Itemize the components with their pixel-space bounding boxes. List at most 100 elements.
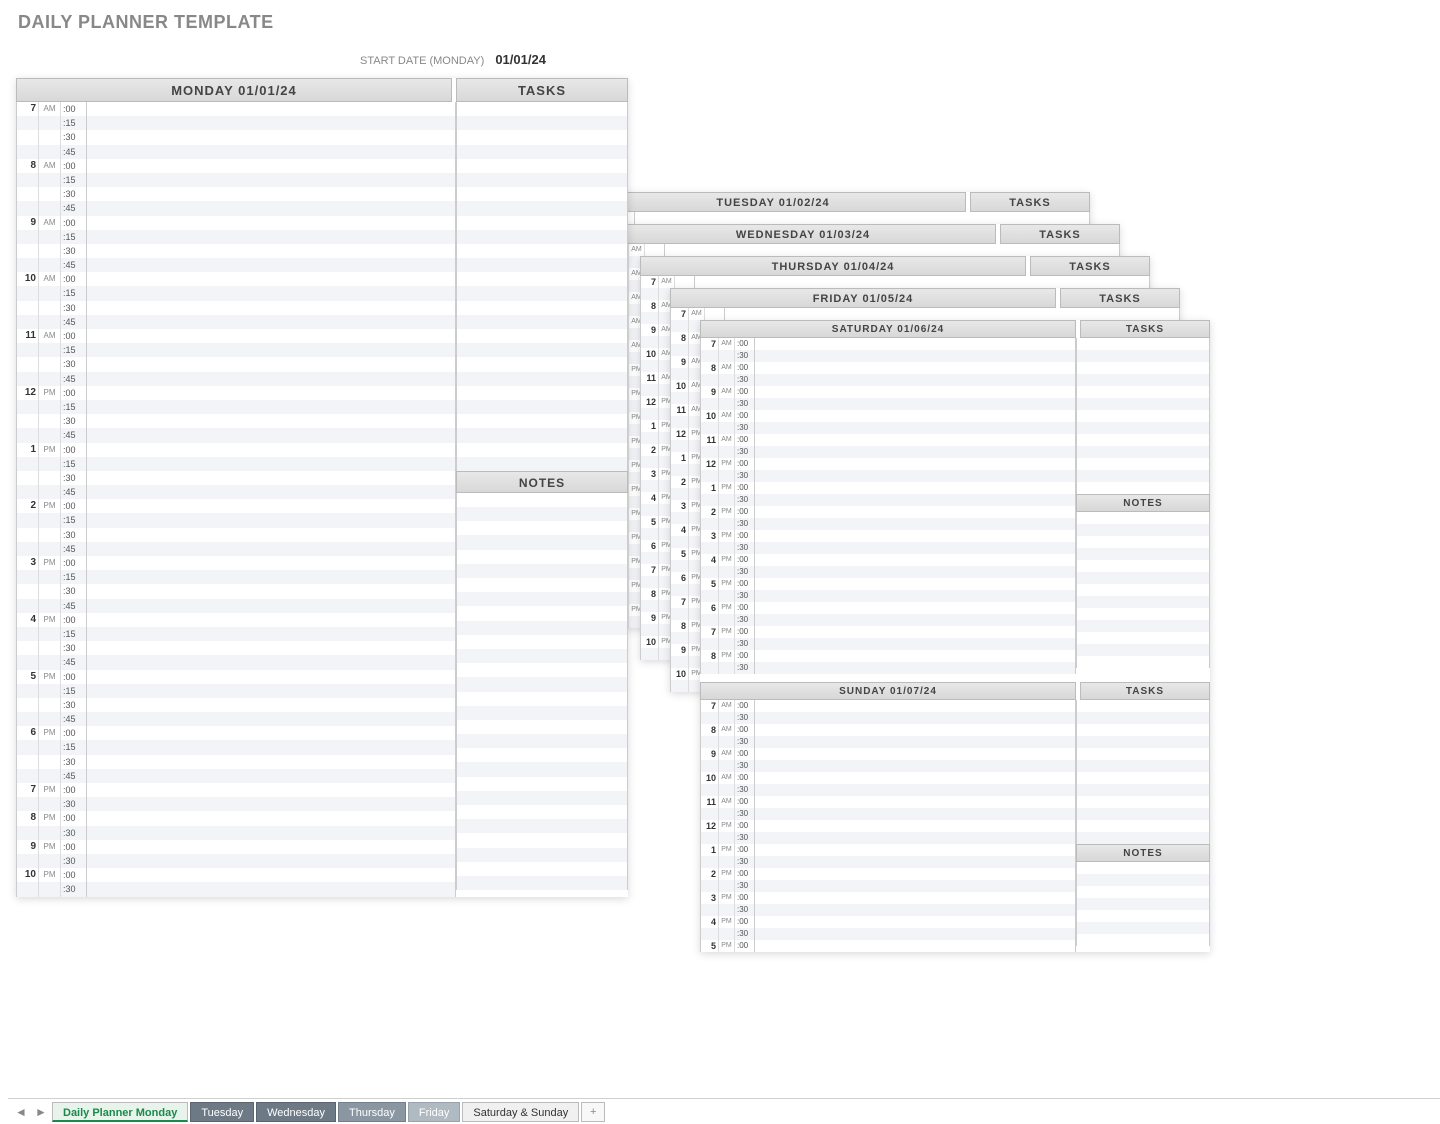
entry-cell[interactable]: [87, 684, 455, 698]
time-row[interactable]: :30: [16, 584, 456, 598]
entry-cell[interactable]: [87, 840, 455, 854]
time-row[interactable]: 3PM:00: [700, 530, 1076, 542]
time-row[interactable]: :30: [700, 566, 1076, 578]
time-row[interactable]: :30: [700, 856, 1076, 868]
blank-line[interactable]: [456, 414, 628, 428]
entry-cell[interactable]: [755, 820, 1075, 832]
entry-cell[interactable]: [87, 386, 455, 400]
entry-cell[interactable]: [87, 783, 455, 797]
entry-cell[interactable]: [755, 700, 1075, 712]
entry-cell[interactable]: [755, 662, 1075, 674]
entry-cell[interactable]: [87, 613, 455, 627]
blank-line[interactable]: [1076, 596, 1210, 608]
time-row[interactable]: :30: [700, 446, 1076, 458]
time-row[interactable]: :30: [16, 187, 456, 201]
time-row[interactable]: :30: [700, 374, 1076, 386]
blank-line[interactable]: [1076, 700, 1210, 712]
entry-cell[interactable]: [755, 808, 1075, 820]
entry-cell[interactable]: [755, 614, 1075, 626]
time-row[interactable]: 10AM:00: [700, 410, 1076, 422]
time-row[interactable]: :15: [16, 627, 456, 641]
time-row[interactable]: :30: [16, 854, 456, 868]
blank-line[interactable]: [456, 457, 628, 471]
entry-cell[interactable]: [755, 856, 1075, 868]
time-row[interactable]: :30: [16, 882, 456, 896]
blank-line[interactable]: [1076, 808, 1210, 820]
entry-cell[interactable]: [87, 670, 455, 684]
entry-cell[interactable]: [755, 566, 1075, 578]
blank-line[interactable]: [456, 748, 628, 762]
time-row[interactable]: 7AM: [610, 244, 1120, 256]
entry-cell[interactable]: [87, 528, 455, 542]
entry-cell[interactable]: [755, 458, 1075, 470]
entry-cell[interactable]: [635, 212, 1089, 224]
entry-cell[interactable]: [87, 556, 455, 570]
blank-line[interactable]: [456, 592, 628, 606]
blank-line[interactable]: [456, 677, 628, 691]
entry-cell[interactable]: [87, 116, 455, 130]
entry-cell[interactable]: [87, 797, 455, 811]
time-row[interactable]: :30: [16, 414, 456, 428]
blank-line[interactable]: [456, 244, 628, 258]
entry-cell[interactable]: [87, 868, 455, 882]
time-row[interactable]: 12PM:00: [700, 458, 1076, 470]
time-row[interactable]: :30: [700, 712, 1076, 724]
time-row[interactable]: :30: [700, 422, 1076, 434]
entry-cell[interactable]: [87, 471, 455, 485]
time-row[interactable]: 3PM:00: [16, 556, 456, 570]
time-row[interactable]: :30: [700, 638, 1076, 650]
blank-line[interactable]: [456, 848, 628, 862]
time-row[interactable]: 8PM:00: [16, 811, 456, 825]
entry-cell[interactable]: [87, 641, 455, 655]
blank-line[interactable]: [1076, 362, 1210, 374]
time-row[interactable]: :15: [16, 116, 456, 130]
time-row[interactable]: :45: [16, 428, 456, 442]
sheet-tab[interactable]: Wednesday: [256, 1102, 336, 1122]
entry-cell[interactable]: [755, 578, 1075, 590]
blank-line[interactable]: [456, 400, 628, 414]
entry-cell[interactable]: [87, 187, 455, 201]
time-row[interactable]: 7PM:00: [16, 783, 456, 797]
time-row[interactable]: 12PM:00: [16, 386, 456, 400]
blank-line[interactable]: [456, 649, 628, 663]
blank-line[interactable]: [456, 357, 628, 371]
entry-cell[interactable]: [665, 244, 1119, 256]
blank-line[interactable]: [456, 621, 628, 635]
blank-line[interactable]: [1076, 934, 1210, 946]
time-row[interactable]: :30: [700, 614, 1076, 626]
entry-cell[interactable]: [87, 854, 455, 868]
blank-line[interactable]: [456, 550, 628, 564]
entry-cell[interactable]: [755, 638, 1075, 650]
blank-line[interactable]: [1076, 338, 1210, 350]
blank-line[interactable]: [1076, 374, 1210, 386]
blank-line[interactable]: [456, 578, 628, 592]
entry-cell[interactable]: [755, 362, 1075, 374]
time-row[interactable]: 1PM:00: [700, 482, 1076, 494]
blank-line[interactable]: [456, 372, 628, 386]
time-row[interactable]: :15: [16, 286, 456, 300]
blank-line[interactable]: [1076, 832, 1210, 844]
blank-line[interactable]: [1076, 760, 1210, 772]
time-row[interactable]: :30: [700, 542, 1076, 554]
time-row[interactable]: 10AM:00: [700, 772, 1076, 784]
entry-cell[interactable]: [755, 832, 1075, 844]
entry-cell[interactable]: [87, 400, 455, 414]
sheet-tab[interactable]: Thursday: [338, 1102, 406, 1122]
blank-line[interactable]: [456, 805, 628, 819]
entry-cell[interactable]: [87, 244, 455, 258]
entry-cell[interactable]: [755, 554, 1075, 566]
time-row[interactable]: 11AM:00: [700, 796, 1076, 808]
entry-cell[interactable]: [755, 410, 1075, 422]
blank-line[interactable]: [1076, 632, 1210, 644]
blank-line[interactable]: [456, 258, 628, 272]
blank-line[interactable]: [1076, 656, 1210, 668]
blank-line[interactable]: [456, 791, 628, 805]
entry-cell[interactable]: [755, 626, 1075, 638]
time-row[interactable]: 10AM:00: [16, 272, 456, 286]
entry-cell[interactable]: [87, 159, 455, 173]
entry-cell[interactable]: [87, 443, 455, 457]
time-row[interactable]: :30: [700, 470, 1076, 482]
entry-cell[interactable]: [755, 422, 1075, 434]
entry-cell[interactable]: [87, 755, 455, 769]
time-row[interactable]: 2PM:00: [700, 506, 1076, 518]
